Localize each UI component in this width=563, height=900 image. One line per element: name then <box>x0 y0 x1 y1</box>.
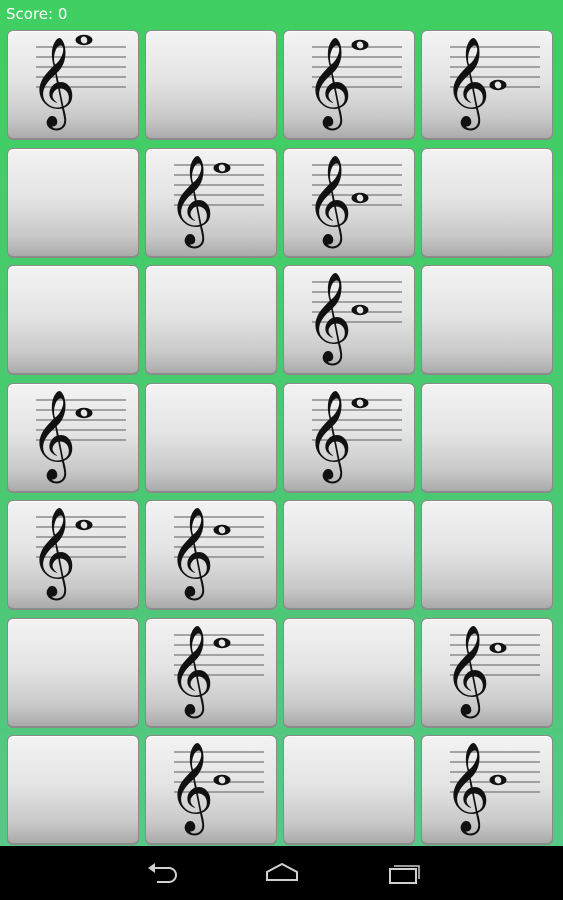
back-button[interactable] <box>139 856 187 890</box>
face-down-card[interactable] <box>145 30 277 140</box>
staff: 𝄞 <box>30 34 126 131</box>
staff: 𝄞 <box>306 272 402 366</box>
face-down-card[interactable] <box>283 617 415 728</box>
note-card[interactable]: 𝄞 <box>145 617 277 728</box>
note-card[interactable]: 𝄞 <box>421 735 553 845</box>
recent-apps-icon <box>389 865 420 884</box>
whole-note <box>75 519 93 531</box>
staff: 𝄞 <box>30 390 126 484</box>
face-down-card[interactable] <box>283 735 415 845</box>
whole-note <box>351 304 369 316</box>
treble-clef-icon: 𝄞 <box>168 155 214 249</box>
staff: 𝄞 <box>444 625 540 719</box>
staff: 𝄞 <box>306 37 402 131</box>
staff: 𝄞 <box>30 507 126 601</box>
note-card[interactable]: 𝄞 <box>145 147 277 258</box>
face-down-card[interactable] <box>421 265 553 375</box>
card-grid: 𝄞 𝄞 𝄞 𝄞 𝄞 𝄞 𝄞 𝄞 𝄞 𝄞 𝄞 𝄞 𝄞 𝄞 <box>7 30 557 845</box>
face-down-card[interactable] <box>421 382 553 493</box>
treble-clef-icon: 𝄞 <box>444 625 490 719</box>
home-icon <box>266 862 298 881</box>
treble-clef-icon: 𝄞 <box>306 37 352 131</box>
whole-note <box>213 162 231 173</box>
staff: 𝄞 <box>306 155 402 249</box>
whole-note <box>489 774 507 786</box>
treble-clef-icon: 𝄞 <box>444 37 490 131</box>
treble-clef-icon: 𝄞 <box>168 742 214 836</box>
back-icon <box>148 863 177 883</box>
treble-clef-icon: 𝄞 <box>306 272 352 366</box>
staff: 𝄞 <box>168 625 264 719</box>
whole-note <box>489 79 507 91</box>
staff: 𝄞 <box>168 507 264 601</box>
note-card[interactable]: 𝄞 <box>283 265 415 375</box>
staff: 𝄞 <box>168 155 264 249</box>
face-down-card[interactable] <box>421 500 553 610</box>
face-down-card[interactable] <box>283 500 415 610</box>
whole-note <box>213 637 231 648</box>
note-card[interactable]: 𝄞 <box>7 382 139 493</box>
whole-note <box>213 774 231 786</box>
whole-note <box>75 34 93 46</box>
staff: 𝄞 <box>444 37 540 131</box>
treble-clef-icon: 𝄞 <box>168 625 214 719</box>
navigation-bar <box>0 846 563 900</box>
score-label: Score: 0 <box>6 5 68 23</box>
face-down-card[interactable] <box>7 265 139 375</box>
note-card[interactable]: 𝄞 <box>7 500 139 610</box>
staff: 𝄞 <box>168 742 264 836</box>
treble-clef-icon: 𝄞 <box>306 155 352 249</box>
note-card[interactable]: 𝄞 <box>421 30 553 140</box>
staff: 𝄞 <box>444 742 540 836</box>
treble-clef-icon: 𝄞 <box>30 37 76 131</box>
note-card[interactable]: 𝄞 <box>283 147 415 258</box>
face-down-card[interactable] <box>7 147 139 258</box>
note-card[interactable]: 𝄞 <box>7 30 139 140</box>
note-card[interactable]: 𝄞 <box>145 735 277 845</box>
face-down-card[interactable] <box>7 735 139 845</box>
face-down-card[interactable] <box>145 265 277 375</box>
treble-clef-icon: 𝄞 <box>30 390 76 484</box>
whole-note <box>489 642 507 653</box>
face-down-card[interactable] <box>145 382 277 493</box>
face-down-card[interactable] <box>421 147 553 258</box>
treble-clef-icon: 𝄞 <box>444 742 490 836</box>
treble-clef-icon: 𝄞 <box>30 507 76 601</box>
whole-note <box>75 407 93 418</box>
note-card[interactable]: 𝄞 <box>283 30 415 140</box>
staff: 𝄞 <box>306 390 402 484</box>
whole-note <box>351 397 369 408</box>
note-card[interactable]: 𝄞 <box>283 382 415 493</box>
home-button[interactable] <box>258 856 306 890</box>
face-down-card[interactable] <box>7 617 139 728</box>
note-card[interactable]: 𝄞 <box>421 617 553 728</box>
whole-note <box>213 524 231 536</box>
whole-note <box>351 39 369 51</box>
recent-apps-button[interactable] <box>378 856 426 890</box>
treble-clef-icon: 𝄞 <box>306 390 352 484</box>
whole-note <box>351 192 369 203</box>
note-card[interactable]: 𝄞 <box>145 500 277 610</box>
treble-clef-icon: 𝄞 <box>168 507 214 601</box>
